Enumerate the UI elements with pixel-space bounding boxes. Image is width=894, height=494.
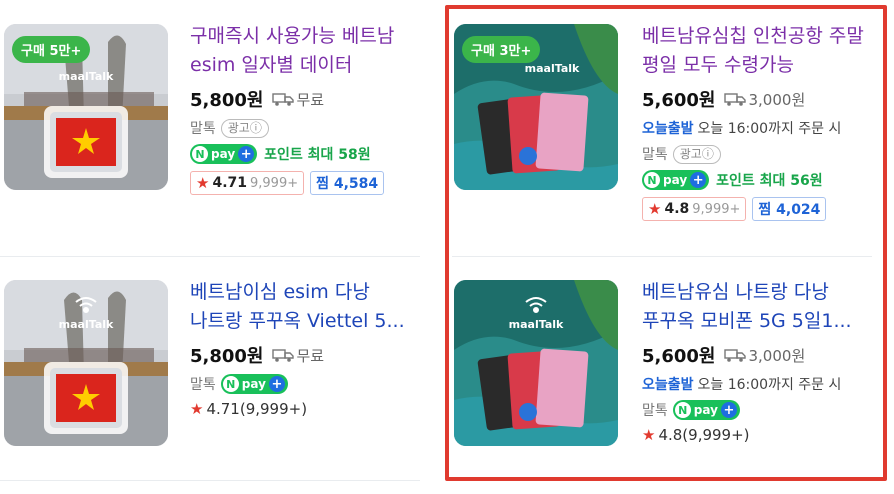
npay-badge: Npay + (220, 374, 288, 394)
npay-badge: Npay + (190, 144, 258, 164)
product-image[interactable]: maalTalk 구매 3만+ (454, 24, 618, 190)
purchase-count-badge: 구매 3만+ (462, 36, 541, 63)
product-info: 베트남이심 esim 다낭 나트랑 푸꾸옥 Viettel 5... 5,800… (190, 278, 426, 418)
ad-label[interactable]: 광고ⓘ (672, 144, 721, 164)
truck-icon (271, 93, 294, 106)
today-shipping: 오늘출발 오늘 16:00까지 주문 시 (642, 121, 842, 137)
product-card[interactable]: maalTalk 구매 3만+ 베트남유심칩 인천공항 주말 평일 모두 수령가… (452, 16, 882, 221)
star-icon: ★ (642, 426, 656, 444)
zzim-count[interactable]: 찜 4,024 (752, 197, 827, 221)
product-card[interactable]: maalTalk 베트남이심 esim 다낭 나트랑 푸꾸옥 Viettel 5… (0, 272, 430, 472)
product-info: 베트남유심 나트랑 다낭 푸꾸옥 모비폰 5G 5일1... 5,600원 3,… (642, 278, 878, 444)
star-icon: ★ (196, 174, 210, 192)
maaltalk-logo: maalTalk (509, 318, 564, 331)
truck-icon (723, 93, 746, 106)
sim-card-icon (477, 348, 589, 431)
product-image[interactable]: maalTalk (4, 280, 168, 446)
product-price: 5,800원 (190, 90, 264, 111)
today-shipping: 오늘출발 오늘 16:00까지 주문 시 (642, 377, 842, 393)
rating-pill[interactable]: ★ 4.8 9,999+ (642, 197, 747, 221)
rating-text[interactable]: ★ 4.8(9,999+) (642, 426, 878, 444)
shipping-fee: 3,000원 (723, 345, 805, 366)
divider (452, 256, 872, 257)
maaltalk-logo: maalTalk (525, 62, 580, 75)
seller-name[interactable]: 말톡 (190, 374, 216, 394)
npay-point: 포인트 최대 58원 (264, 147, 371, 163)
truck-icon (271, 349, 294, 362)
seller-name[interactable]: 말톡 (642, 400, 668, 420)
product-title[interactable]: 구매즉시 사용가능 베트남 esim 일자별 데이터 (190, 22, 426, 80)
seller-name[interactable]: 말톡 (190, 118, 216, 138)
product-title[interactable]: 베트남이심 esim 다낭 나트랑 푸꾸옥 Viettel 5... (190, 278, 426, 336)
product-title[interactable]: 베트남유심칩 인천공항 주말 평일 모두 수령가능 (642, 22, 878, 80)
star-icon: ★ (648, 200, 662, 218)
product-price: 5,600원 (642, 90, 716, 111)
sim-card-icon (477, 92, 589, 175)
zzim-count[interactable]: 찜 4,584 (310, 171, 385, 195)
ad-label[interactable]: 광고ⓘ (220, 118, 269, 138)
product-image[interactable]: maalTalk (454, 280, 618, 446)
product-card[interactable]: maalTalk 구매 5만+ 구매즉시 사용가능 베트남 esim 일자별 데… (0, 16, 430, 216)
npay-badge: Npay + (672, 400, 740, 420)
product-price: 5,800원 (190, 346, 264, 367)
product-title[interactable]: 베트남유심 나트랑 다낭 푸꾸옥 모비폰 5G 5일1... (642, 278, 878, 336)
search-results: maalTalk 구매 5만+ 구매즉시 사용가능 베트남 esim 일자별 데… (0, 0, 894, 494)
seller-name[interactable]: 말톡 (642, 144, 668, 164)
star-icon: ★ (190, 400, 204, 418)
product-card[interactable]: maalTalk 베트남유심 나트랑 다낭 푸꾸옥 모비폰 5G 5일1... … (452, 272, 882, 472)
product-info: 베트남유심칩 인천공항 주말 평일 모두 수령가능 5,600원 3,000원 … (642, 22, 878, 221)
purchase-count-badge: 구매 5만+ (12, 36, 91, 63)
maaltalk-logo: maalTalk (59, 318, 114, 331)
divider (0, 480, 420, 481)
shipping-fee: 3,000원 (723, 89, 805, 110)
product-image[interactable]: maalTalk 구매 5만+ (4, 24, 168, 190)
divider (0, 256, 420, 257)
npay-badge: Npay + (642, 170, 710, 190)
rating-pill[interactable]: ★ 4.71 9,999+ (190, 171, 305, 195)
rating-text[interactable]: ★ 4.71(9,999+) (190, 400, 426, 418)
truck-icon (723, 349, 746, 362)
shipping-fee: 무료 (271, 89, 324, 110)
product-info: 구매즉시 사용가능 베트남 esim 일자별 데이터 5,800원 무료 말톡 … (190, 22, 426, 195)
npay-point: 포인트 최대 56원 (716, 173, 823, 189)
maaltalk-logo: maalTalk (59, 70, 114, 83)
vietnam-flag-icon (56, 118, 116, 166)
product-price: 5,600원 (642, 346, 716, 367)
shipping-fee: 무료 (271, 345, 324, 366)
vietnam-flag-icon (56, 374, 116, 422)
